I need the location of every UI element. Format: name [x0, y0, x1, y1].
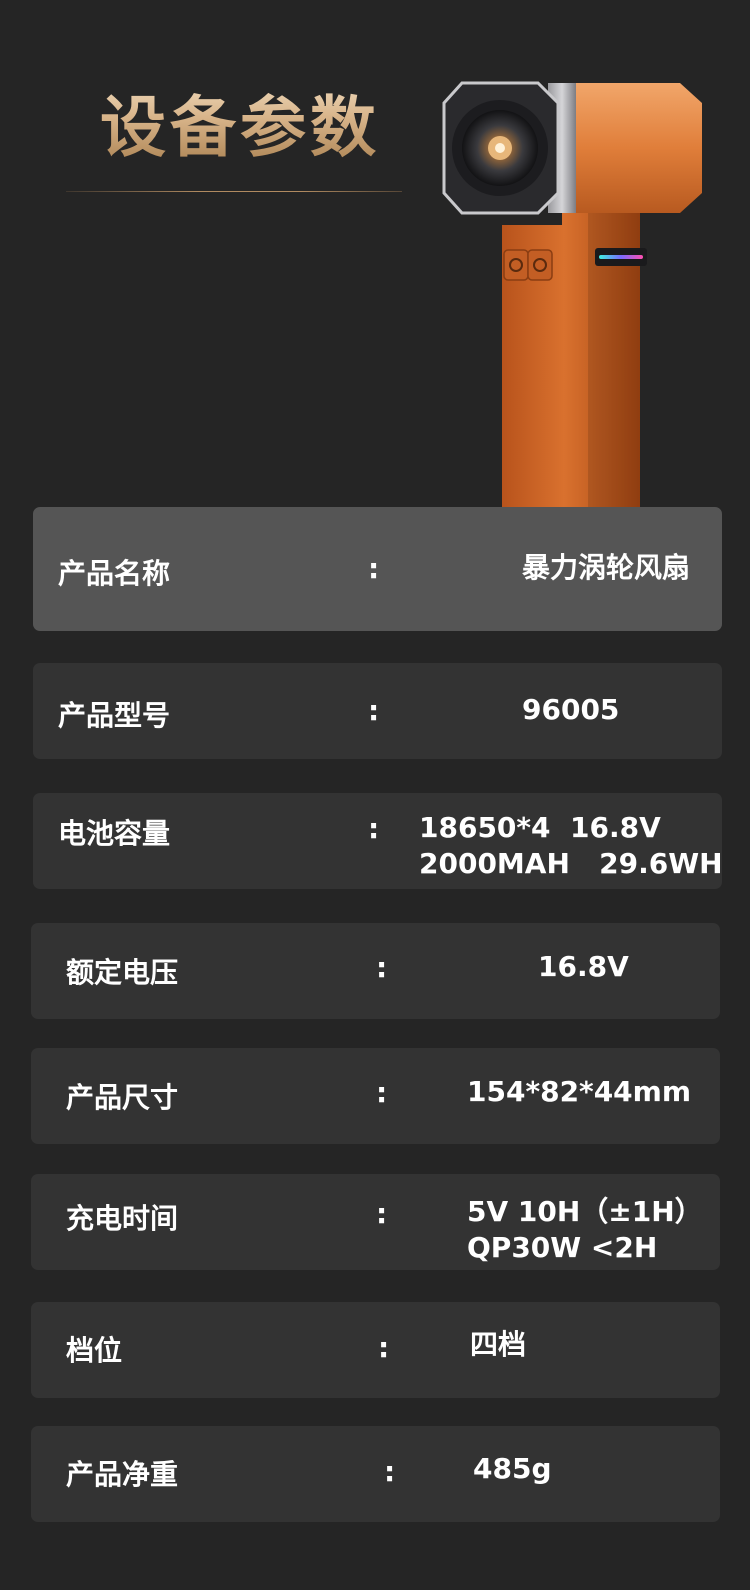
spec-colon: :	[378, 1331, 390, 1364]
spec-value-line2: QP30W <2H	[467, 1231, 658, 1264]
spec-row-gears: 档位 : 四档	[31, 1302, 720, 1398]
page-title: 设备参数	[100, 74, 380, 170]
fan-icon	[527, 249, 553, 281]
spec-row-charge-time: 充电时间 : 5V 10H（±1H） QP30W <2H	[31, 1174, 720, 1270]
spec-colon: :	[368, 552, 380, 585]
spec-colon: :	[376, 1076, 388, 1109]
spec-colon: :	[384, 1455, 396, 1488]
spec-label: 电池容量	[58, 817, 171, 850]
spec-value: 485g	[473, 1452, 552, 1485]
turbo-fan-product-image	[442, 81, 702, 545]
spec-value-line1: 5V 10H（±1H）	[467, 1195, 703, 1228]
spec-colon: :	[376, 951, 388, 984]
spec-colon: :	[368, 694, 380, 727]
spec-label: 产品尺寸	[66, 1081, 179, 1114]
spec-label: 额定电压	[66, 956, 179, 989]
spec-label: 产品名称	[58, 557, 171, 590]
spec-colon: :	[376, 1197, 388, 1230]
spec-value-line1: 18650*4 16.8V	[419, 811, 661, 844]
spec-label: 产品净重	[66, 1458, 179, 1491]
spec-row-product-name: 产品名称 : 暴力涡轮风扇	[33, 507, 722, 631]
spec-label: 产品型号	[58, 699, 171, 732]
spec-value: 96005	[522, 693, 620, 726]
spec-value: 154*82*44mm	[467, 1075, 692, 1108]
spec-row-voltage: 额定电压 : 16.8V	[31, 923, 720, 1019]
spec-label: 充电时间	[66, 1202, 179, 1235]
title-divider	[66, 191, 402, 192]
spec-label: 档位	[66, 1334, 123, 1367]
spec-colon: :	[368, 812, 380, 845]
spec-row-model: 产品型号 : 96005	[33, 663, 722, 759]
spec-value-line2: 2000MAH 29.6WH	[419, 847, 723, 880]
spec-row-battery: 电池容量 : 18650*4 16.8V 2000MAH 29.6WH	[33, 793, 723, 889]
spec-row-size: 产品尺寸 : 154*82*44mm	[31, 1048, 720, 1144]
spec-value: 16.8V	[538, 950, 629, 983]
spec-value: 四档	[470, 1328, 527, 1361]
spec-value: 暴力涡轮风扇	[522, 551, 691, 584]
power-icon	[503, 249, 529, 281]
spec-row-weight: 产品净重 : 485g	[31, 1426, 720, 1522]
